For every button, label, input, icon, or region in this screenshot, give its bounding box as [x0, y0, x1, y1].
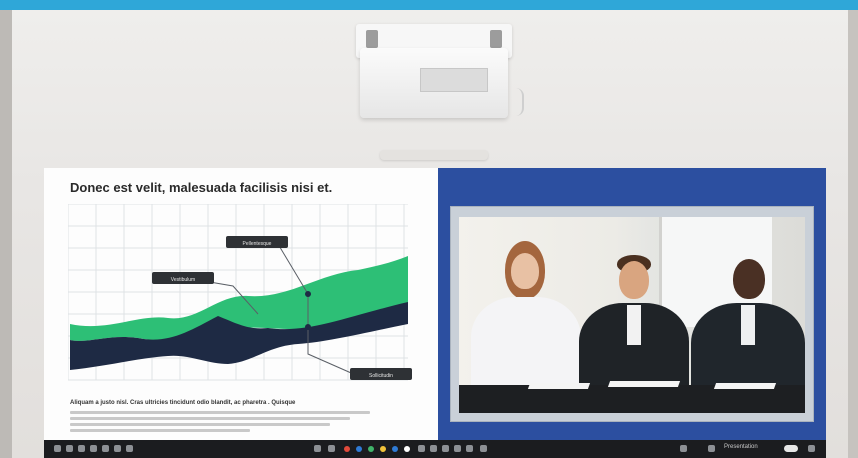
app-yellow-icon[interactable] — [380, 446, 386, 452]
app-grey5-icon[interactable] — [466, 445, 473, 452]
projected-screen: Donec est velit, malesuada facilisis nis… — [44, 168, 826, 458]
folder-icon[interactable] — [328, 445, 335, 452]
taskbar: Presentation — [44, 440, 826, 458]
slide-caption: Aliquam a justo nisl. Cras ultricies tin… — [70, 400, 296, 406]
slide-body-text-lines — [70, 411, 370, 435]
slide-text-line — [70, 417, 350, 420]
presentation-slide: Donec est velit, malesuada facilisis nis… — [44, 168, 438, 440]
chart-label-pellentesque-text: Pellentesque — [243, 241, 272, 247]
video-feed — [459, 217, 805, 413]
app-red-icon[interactable] — [344, 446, 350, 452]
app-green-icon[interactable] — [368, 446, 374, 452]
tray-display-icon[interactable] — [708, 445, 715, 452]
man-center-shirt — [627, 305, 641, 345]
wall-edge-right — [848, 10, 858, 458]
slide-stream-chart: Pellentesque Vestibulum Sollicitudin — [68, 204, 412, 381]
video-pagination-dots[interactable] — [607, 405, 667, 411]
wall-edge-left — [0, 10, 12, 458]
slide-title: Donec est velit, malesuada facilisis nis… — [70, 180, 333, 195]
task-view-icon[interactable] — [78, 445, 85, 452]
app-blue2-icon[interactable] — [392, 446, 398, 452]
apps-icon[interactable] — [126, 445, 133, 452]
settings-icon[interactable] — [114, 445, 121, 452]
man-center-face — [619, 261, 649, 299]
chart-label-pellentesque: Pellentesque — [226, 236, 288, 248]
widgets-icon[interactable] — [90, 445, 97, 452]
slide-text-line — [70, 423, 330, 426]
chat-icon[interactable] — [102, 445, 109, 452]
app-grey2-icon[interactable] — [430, 445, 437, 452]
projector-mount-bracket — [380, 150, 488, 160]
chart-label-sollicitudin: Sollicitudin — [350, 368, 412, 380]
man-right-face — [733, 259, 765, 299]
presentation-toggle-label: Presentation — [724, 444, 758, 450]
chart-label-vestibulum-text: Vestibulum — [171, 277, 195, 283]
woman-white-blouse — [471, 297, 581, 397]
top-accent-strip — [0, 0, 858, 10]
slide-text-line — [70, 429, 250, 432]
document-paper — [527, 383, 591, 389]
tray-arrow-icon[interactable] — [314, 445, 321, 452]
video-call-window — [450, 206, 814, 422]
document-paper — [607, 381, 681, 387]
woman-face — [511, 253, 539, 289]
app-grey4-icon[interactable] — [454, 445, 461, 452]
app-grey3-icon[interactable] — [442, 445, 449, 452]
app-white-icon[interactable] — [404, 446, 410, 452]
participant-woman-left — [469, 241, 581, 401]
chart-marker-1 — [305, 291, 311, 297]
projector-cable — [508, 88, 524, 116]
projector-vent-right — [490, 30, 502, 48]
projector-vent-left — [366, 30, 378, 48]
app-blue-icon[interactable] — [356, 446, 362, 452]
ceiling-projector — [356, 18, 524, 122]
tray-person-icon[interactable] — [680, 445, 687, 452]
app-grey-icon[interactable] — [418, 445, 425, 452]
presentation-toggle[interactable] — [784, 445, 798, 452]
app-grey6-icon[interactable] — [480, 445, 487, 452]
start-icon[interactable] — [54, 445, 61, 452]
document-paper — [713, 383, 777, 389]
man-right-shirt — [741, 305, 755, 345]
chart-marker-2 — [305, 324, 311, 330]
search-icon[interactable] — [66, 445, 73, 452]
chart-label-vestibulum: Vestibulum — [152, 272, 214, 284]
projector-lens — [420, 68, 488, 92]
tray-sound-icon[interactable] — [808, 445, 815, 452]
chart-label-sollicitudin-text: Sollicitudin — [369, 373, 393, 379]
video-call-panel — [438, 168, 826, 440]
slide-text-line — [70, 411, 370, 414]
